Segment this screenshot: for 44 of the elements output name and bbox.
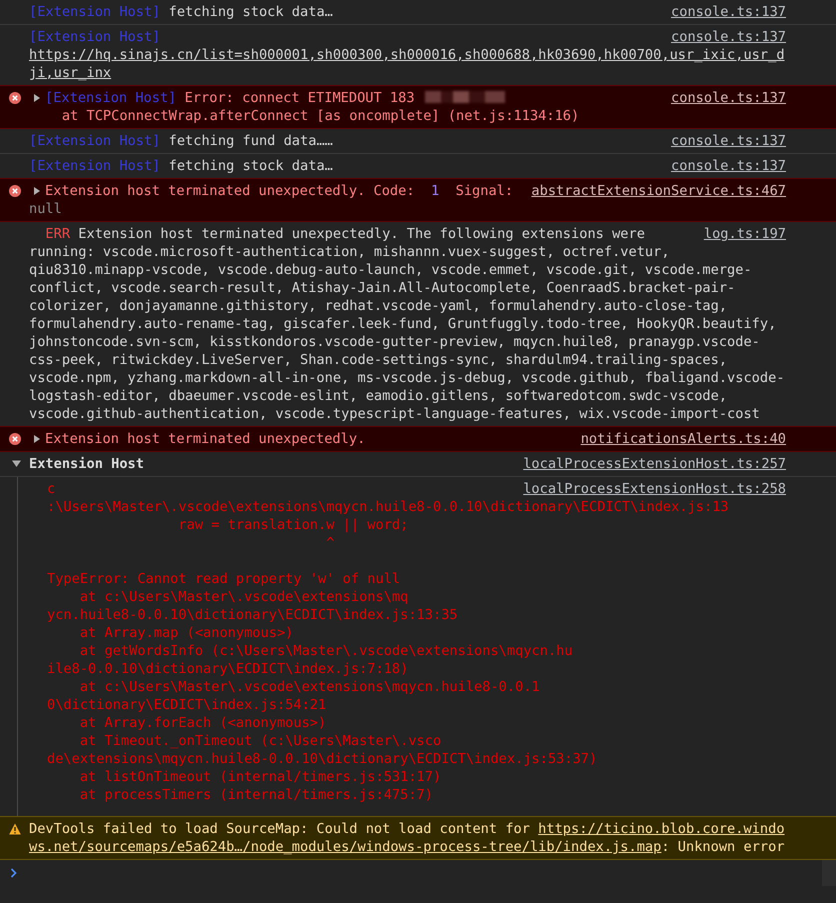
source-link[interactable]: console.ts:137 bbox=[671, 3, 786, 21]
source-link[interactable]: console.ts:137 bbox=[671, 89, 786, 107]
signal-label: Signal: bbox=[456, 183, 514, 199]
url-link[interactable]: https://hq.sinajs.cn/list=sh000001,sh000300,sh000016,sh000688,hk03690,hk00700,usr_ixic,usr_dji,usr_inx bbox=[29, 46, 788, 82]
message-text: fetching fund data…… bbox=[168, 133, 333, 149]
warning-text: DevTools failed to load SourceMap: Could not load content for https://ticino.blob.core.windows.net/sourcemaps/e5a624b…/node_modules/windows-process-tree/lib/index.js.map: Unknown error bbox=[29, 820, 786, 856]
code-excerpt: :\Users\Master\.vscode\extensions\mqycn.huile8-0.0.10\dictionary\ECDICT\index.js:13 raw = translation.w || word; ^ bbox=[47, 498, 730, 552]
error-icon bbox=[8, 433, 20, 445]
prefix-label: [Extension Host] bbox=[29, 158, 160, 174]
exit-code: 1 bbox=[430, 183, 440, 199]
level-label: ERR bbox=[45, 226, 70, 242]
error-text: Extension host terminated unexpectedly. Code: bbox=[45, 183, 415, 199]
error-text: Error: connect ETIMEDOUT 183 bbox=[184, 90, 415, 106]
expand-arrow-icon[interactable] bbox=[12, 459, 21, 468]
scrollbar[interactable] bbox=[822, 860, 836, 886]
source-link[interactable]: console.ts:137 bbox=[671, 28, 786, 46]
prompt-chevron-icon bbox=[10, 868, 18, 878]
source-link[interactable]: console.ts:137 bbox=[671, 157, 786, 175]
expand-arrow-icon[interactable] bbox=[33, 94, 41, 102]
error-icon bbox=[8, 92, 20, 104]
code-excerpt: c bbox=[47, 481, 56, 497]
error-text: Extension host terminated unexpectedly. bbox=[45, 431, 366, 447]
log-text: running: vscode.microsoft-authentication, mishannn.vuex-suggest, octref.vetur, qiu8310.minapp-vscode, vscode.debug-auto-launch, vscode.emmet, vscode.git, vscode.merge- conflict, vscode.search-result, Atishay-Jain.All-Autocomplete, CoenraadS.bracket-pair- colorizer, donjayamanne.githistory, redhat.vscode-yaml, formulahendry.auto-close-tag, formulahendry.auto-rename-tag, giscafer.leek-fund, Gruntfuggly.todo-tree, HookyQR.beautify, johnstoncode.svn-scm, kisstkondoros.vscode-gutter-preview, mqycn.huile8, pranaygp.vscode- css-peek, ritwickdey.LiveServer, Shan.code-settings-sync, shardulm94.trailing-spaces, vscode.npm, yzhang.markdown-all-in-one, ms-vscode.js-debug, vscode.github, fbaligand.vscode- logstash-editor, dbaeumer.vscode-eslint, eamodio.gitlens, softwaredotcom.swdc-vscode, vscode.github-authentication, vscode.typescript-language-features, wix.vscode-import-cost bbox=[29, 243, 786, 423]
source-link[interactable]: log.ts:197 bbox=[704, 225, 786, 243]
signal-value: null bbox=[29, 200, 63, 218]
expand-arrow-icon[interactable] bbox=[33, 187, 41, 195]
source-link[interactable]: abstractExtensionService.ts:467 bbox=[531, 182, 786, 200]
source-link[interactable]: notificationsAlerts.ts:40 bbox=[580, 430, 786, 448]
group-title[interactable]: Extension Host bbox=[29, 456, 144, 472]
source-link[interactable]: localProcessExtensionHost.ts:257 bbox=[523, 455, 786, 473]
error-icon bbox=[8, 185, 20, 197]
expand-arrow-icon[interactable] bbox=[33, 435, 41, 443]
message-text: fetching stock data… bbox=[168, 4, 333, 20]
warning-icon bbox=[8, 823, 20, 835]
prefix-label: [Extension Host] bbox=[45, 90, 176, 106]
prefix-label: [Extension Host] bbox=[29, 29, 160, 45]
source-link[interactable]: console.ts:137 bbox=[671, 132, 786, 150]
prefix-label: [Extension Host] bbox=[29, 133, 160, 149]
source-link[interactable]: localProcessExtensionHost.ts:258 bbox=[523, 480, 786, 498]
stack-text: at TCPConnectWrap.afterConnect [as oncomplete] (net.js:1134:16) bbox=[60, 107, 580, 125]
message-text: fetching stock data… bbox=[168, 158, 333, 174]
prefix-label: [Extension Host] bbox=[29, 4, 160, 20]
log-text: Extension host terminated unexpectedly. The following extensions were bbox=[77, 226, 645, 242]
stack-trace: TypeError: Cannot read property 'w' of null at c:\Users\Master\.vscode\extensions\mq ycn.huile8-0.0.10\dictionary\ECDICT\index.js:13:35 at Array.map (<anonymous>) at getWordsInfo (c:\Users\Master\.vscode\extensions\mqycn.hu ile8-0.0.10\dictionary\ECDICT\index.js:7:18) at c:\Users\Master\.vscode\extensions\mqycn.huile8-0.0.1 0\dictionary\ECDICT\index.js:54:21 at Array.forEach (<anonymous>) at Timeout._onTimeout (c:\Users\Master\.vsco de\extensions\mqycn.huile8-0.0.10\dictionary\ECDICT\index.js:53:37) at listOnTimeout (internal/timers.js:531:17) at processTimers (internal/timers.js:475:7) bbox=[47, 570, 598, 804]
